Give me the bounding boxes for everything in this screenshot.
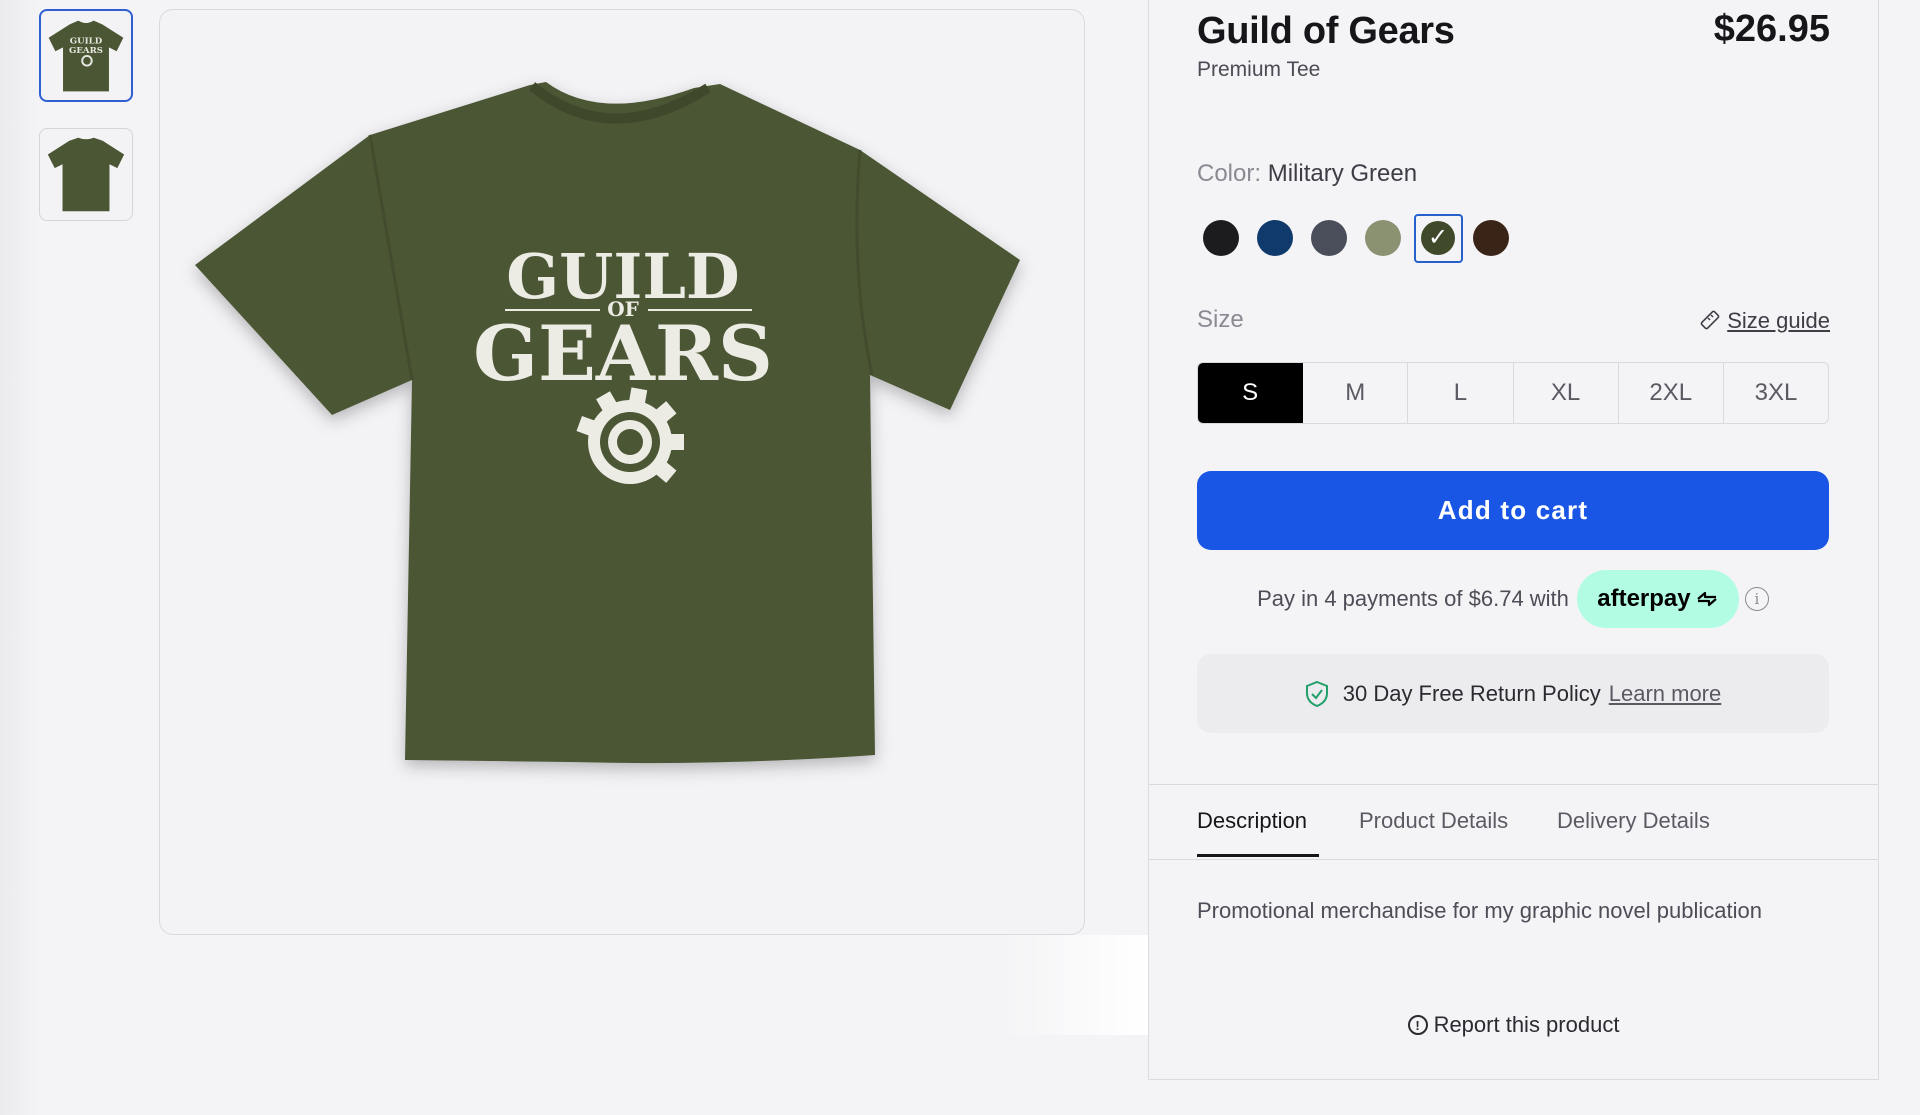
svg-text:GEARS: GEARS	[473, 309, 773, 398]
size-label: Size	[1197, 306, 1244, 333]
size-option-xl[interactable]: XL	[1514, 363, 1619, 423]
learn-more-link[interactable]: Learn more	[1609, 681, 1722, 707]
product-description: Promotional merchandise for my graphic n…	[1197, 898, 1762, 923]
afterpay-row: Pay in 4 payments of $6.74 with afterpay…	[1197, 570, 1829, 628]
color-swatch-black[interactable]	[1203, 220, 1239, 256]
tshirt-front-thumbnail-image: GUILD GEARS	[48, 20, 124, 92]
color-swatch-charcoal[interactable]	[1311, 220, 1347, 256]
thumbnail-front[interactable]: GUILD GEARS	[39, 9, 133, 102]
size-option-3xl[interactable]: 3XL	[1724, 363, 1828, 423]
color-label-prefix: Color:	[1197, 160, 1262, 187]
size-option-s[interactable]: S	[1198, 363, 1304, 423]
shield-check-icon	[1305, 680, 1328, 707]
product-title: Guild of Gears	[1197, 10, 1455, 52]
return-policy-box: 30 Day Free Return Policy Learn more	[1197, 654, 1829, 733]
product-info-panel: Guild of Gears Premium Tee $26.95 Color:…	[1148, 0, 1879, 1080]
color-label: Color: Military Green	[1197, 160, 1417, 188]
size-option-m[interactable]: M	[1303, 363, 1409, 423]
info-icon[interactable]: i	[1744, 587, 1769, 611]
svg-text:GUILD: GUILD	[70, 37, 103, 47]
size-guide-label: Size guide	[1727, 308, 1830, 333]
size-guide-link[interactable]: Size guide	[1699, 308, 1830, 334]
afterpay-text: Pay in 4 payments of $6.74 with	[1257, 586, 1569, 611]
color-selected-name: Military Green	[1267, 160, 1418, 187]
tshirt-back-thumbnail-image	[47, 137, 125, 212]
report-product-label: Report this product	[1433, 1012, 1620, 1037]
tabs-bottom-divider	[1149, 859, 1878, 860]
alert-circle-icon: !	[1407, 1015, 1428, 1035]
check-icon: ✓	[1421, 221, 1455, 255]
color-swatch-brown[interactable]	[1473, 220, 1509, 256]
afterpay-badge[interactable]: afterpay	[1576, 570, 1739, 628]
color-swatch-navy[interactable]	[1257, 220, 1293, 256]
afterpay-logo-icon	[1696, 591, 1717, 607]
active-tab-indicator	[1197, 854, 1319, 857]
ruler-icon	[1700, 310, 1720, 330]
return-policy-text: 30 Day Free Return Policy	[1342, 680, 1601, 706]
add-to-cart-button[interactable]: Add to cart	[1197, 471, 1829, 550]
size-option-l[interactable]: L	[1408, 363, 1514, 423]
product-price: $26.95	[1713, 8, 1830, 50]
size-selector: S M L XL 2XL 3XL	[1197, 362, 1829, 424]
size-option-2xl[interactable]: 2XL	[1619, 363, 1724, 423]
tabs-top-divider	[1149, 784, 1878, 785]
report-product-link[interactable]: ! Report this product	[1149, 1012, 1878, 1038]
product-subtitle: Premium Tee	[1197, 58, 1321, 81]
tab-product-details[interactable]: Product Details	[1359, 808, 1508, 834]
tshirt-image: GUILD OF GEARS	[195, 82, 1020, 764]
page-left-edge	[0, 0, 40, 1115]
tab-description[interactable]: Description	[1197, 808, 1307, 834]
main-product-image: GUILD OF GEARS	[159, 9, 1085, 935]
afterpay-brand: afterpay	[1597, 585, 1691, 612]
color-swatch-military-green[interactable]: ✓	[1414, 214, 1463, 263]
color-swatch-sage[interactable]	[1365, 220, 1401, 256]
background-fade	[1000, 935, 1148, 1035]
tab-delivery-details[interactable]: Delivery Details	[1557, 808, 1710, 834]
svg-text:GEARS: GEARS	[69, 46, 103, 56]
thumbnail-back[interactable]	[39, 128, 133, 221]
